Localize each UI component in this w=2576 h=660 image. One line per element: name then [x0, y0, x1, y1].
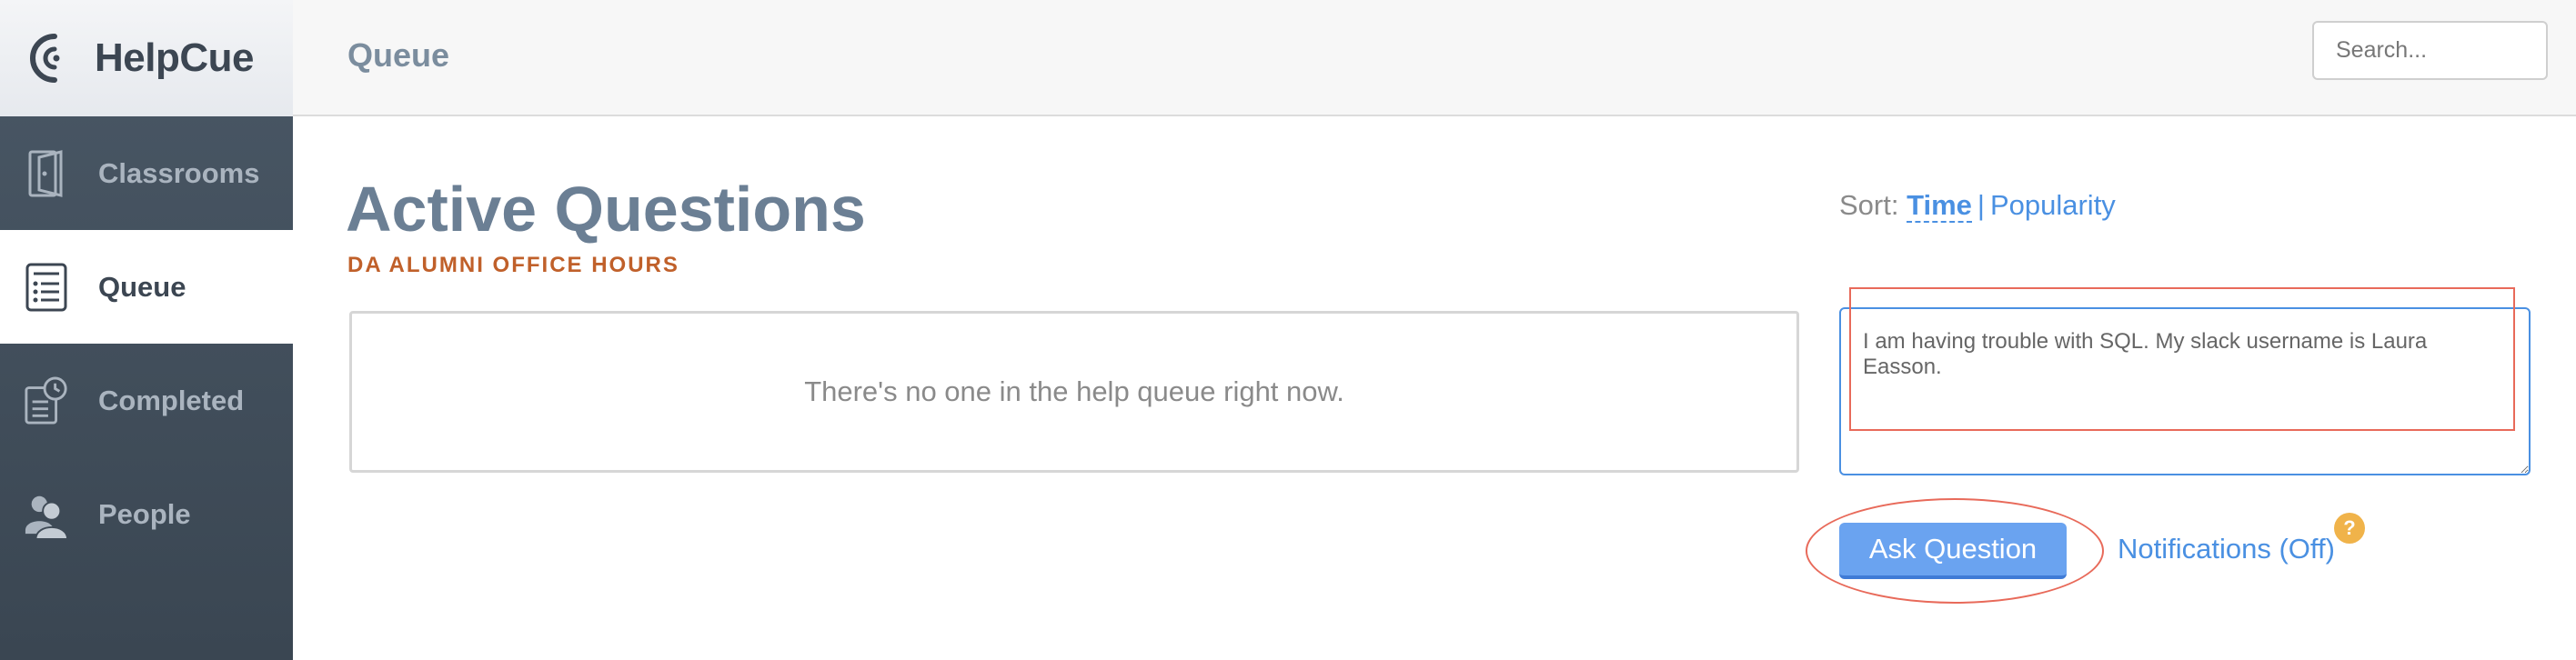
- sort-label: Sort:: [1839, 189, 1899, 221]
- search-input[interactable]: [2312, 21, 2548, 80]
- ask-question-button[interactable]: Ask Question: [1839, 523, 2067, 579]
- sidebar: HelpCue Classrooms Queue Completed Peopl…: [0, 0, 293, 660]
- sidebar-item-label: Queue: [98, 270, 186, 303]
- sidebar-item-queue[interactable]: Queue: [0, 230, 293, 344]
- sidebar-item-classrooms[interactable]: Classrooms: [0, 116, 293, 230]
- topbar: Queue: [293, 0, 2576, 116]
- people-icon: [24, 489, 69, 540]
- empty-queue-message: There's no one in the help queue right n…: [804, 375, 1344, 407]
- topbar-title: Queue: [347, 36, 450, 74]
- notifications-toggle[interactable]: Notifications (Off): [2118, 533, 2335, 565]
- sidebar-item-people[interactable]: People: [0, 457, 293, 571]
- sidebar-item-completed[interactable]: Completed: [0, 344, 293, 457]
- classroom-subtitle: DA ALUMNI OFFICE HOURS: [347, 253, 679, 277]
- classroom-door-icon: [24, 148, 69, 199]
- sort-time-option[interactable]: Time: [1907, 189, 1972, 223]
- clock-list-icon: [24, 375, 69, 426]
- sort-separator: |: [1977, 189, 1985, 221]
- helpcue-logo-icon: [30, 34, 60, 83]
- sidebar-item-label: Classrooms: [98, 156, 260, 189]
- queue-list: There's no one in the help queue right n…: [349, 311, 1799, 473]
- brand[interactable]: HelpCue: [0, 0, 293, 116]
- sidebar-item-label: People: [98, 497, 191, 530]
- sidebar-item-label: Completed: [98, 384, 245, 416]
- sort-control: Sort: Time | Popularity: [1839, 189, 2116, 223]
- page-title: Active Questions: [346, 174, 866, 245]
- question-textarea[interactable]: I am having trouble with SQL. My slack u…: [1839, 307, 2531, 475]
- list-icon: [24, 262, 69, 313]
- sort-popularity-option[interactable]: Popularity: [1990, 189, 2116, 221]
- brand-name: HelpCue: [95, 35, 254, 80]
- help-icon[interactable]: ?: [2334, 513, 2365, 544]
